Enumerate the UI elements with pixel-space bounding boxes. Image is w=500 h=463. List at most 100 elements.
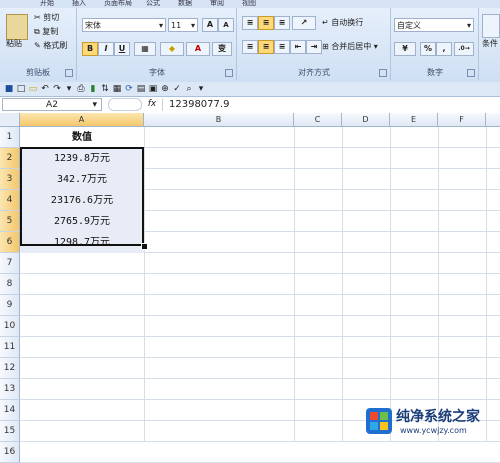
- chevron-down-icon[interactable]: ▾: [64, 84, 74, 94]
- save-icon[interactable]: ■: [4, 84, 14, 94]
- open-folder-icon[interactable]: ▭: [28, 84, 38, 94]
- increase-indent-icon[interactable]: ⇥: [306, 40, 322, 54]
- font-name-select[interactable]: 宋体 ▾: [82, 18, 166, 32]
- align-top-icon[interactable]: ≡: [242, 16, 258, 30]
- column-header-c[interactable]: C: [294, 113, 342, 127]
- chevron-down-icon: ▾: [92, 100, 97, 110]
- print-preview-icon[interactable]: ⎙: [76, 84, 86, 94]
- select-all-corner[interactable]: [0, 113, 20, 127]
- row-header-3[interactable]: 3: [0, 169, 20, 190]
- fill-handle[interactable]: [141, 243, 148, 250]
- row-header-2[interactable]: 2: [0, 148, 20, 169]
- underline-button[interactable]: U: [114, 42, 130, 56]
- font-color-button[interactable]: A: [186, 42, 210, 56]
- align-bottom-icon[interactable]: ≡: [274, 16, 290, 30]
- formula-input[interactable]: 12398077.9: [162, 98, 499, 111]
- ribbon-tabstrip: 开始 插入 页面布局 公式 数据 审阅 视图: [0, 0, 500, 8]
- tab-view[interactable]: 视图: [242, 0, 256, 8]
- undo-icon[interactable]: ↶: [40, 84, 50, 94]
- styles-group: 条件: [480, 8, 500, 80]
- align-center-icon[interactable]: ≡: [258, 40, 274, 54]
- sort-icon[interactable]: ⇅: [100, 84, 110, 94]
- paste-button[interactable]: 粘贴: [6, 38, 22, 50]
- new-file-icon[interactable]: □: [16, 84, 26, 94]
- find-icon[interactable]: ⌕: [184, 84, 194, 94]
- align-left-icon[interactable]: ≡: [242, 40, 258, 54]
- tab-review[interactable]: 审阅: [210, 0, 224, 8]
- comma-button[interactable]: ,: [436, 42, 452, 56]
- grow-font-button[interactable]: A: [202, 18, 218, 32]
- number-format-select[interactable]: 自定义 ▾: [394, 18, 474, 32]
- row-header-7[interactable]: 7: [0, 253, 20, 274]
- customize-toolbar-icon[interactable]: ▾: [196, 84, 206, 94]
- currency-icon[interactable]: ¥: [394, 42, 416, 56]
- row-header-12[interactable]: 12: [0, 358, 20, 379]
- row-header-4[interactable]: 4: [0, 190, 20, 211]
- ribbon: 开始 插入 页面布局 公式 数据 审阅 视图 粘贴 ✂ 剪切 ⧉ 复制 ✎ 格式…: [0, 0, 500, 83]
- form-icon[interactable]: ▤: [136, 84, 146, 94]
- italic-button[interactable]: I: [98, 42, 114, 56]
- align-right-icon[interactable]: ≡: [274, 40, 290, 54]
- name-box-value: A2: [46, 100, 58, 110]
- conditional-format-button[interactable]: 条件: [482, 38, 498, 50]
- name-box[interactable]: A2 ▾: [2, 98, 102, 111]
- column-header-d[interactable]: D: [342, 113, 390, 127]
- row-header-10[interactable]: 10: [0, 316, 20, 337]
- tab-data[interactable]: 数据: [178, 0, 192, 8]
- redo-icon[interactable]: ↷: [52, 84, 62, 94]
- refresh-icon[interactable]: ⟳: [124, 84, 134, 94]
- orientation-icon[interactable]: ↗: [292, 16, 316, 30]
- phonetic-button[interactable]: 变: [212, 42, 232, 56]
- row-header-6[interactable]: 6: [0, 232, 20, 253]
- clipboard-launcher-icon[interactable]: .: [65, 69, 73, 77]
- chart-icon[interactable]: ▮: [88, 84, 98, 94]
- merge-center-button[interactable]: ⊞ 合并后居中 ▾: [322, 41, 378, 53]
- row-header-8[interactable]: 8: [0, 274, 20, 295]
- decrease-indent-icon[interactable]: ⇤: [290, 40, 306, 54]
- spell-check-icon[interactable]: ✓: [172, 84, 182, 94]
- shrink-font-button[interactable]: A: [218, 18, 234, 32]
- row-header-9[interactable]: 9: [0, 295, 20, 316]
- gridline: [390, 127, 391, 442]
- borders-icon[interactable]: ▦: [134, 42, 156, 56]
- align-middle-icon[interactable]: ≡: [258, 16, 274, 30]
- grid-icon[interactable]: ▣: [148, 84, 158, 94]
- alignment-group-label: 对齐方式: [298, 68, 330, 77]
- wrap-text-button[interactable]: ↵ 自动换行: [322, 17, 363, 29]
- conditional-format-icon[interactable]: [482, 14, 500, 38]
- row-header-16[interactable]: 16: [0, 442, 20, 463]
- column-header-g[interactable]: [486, 113, 500, 127]
- row-header-15[interactable]: 15: [0, 421, 20, 442]
- column-header-a[interactable]: A: [20, 113, 144, 127]
- bold-button[interactable]: B: [82, 42, 98, 56]
- row-header-11[interactable]: 11: [0, 337, 20, 358]
- percent-button[interactable]: %: [420, 42, 436, 56]
- formula-bar-toggle[interactable]: [108, 98, 142, 111]
- row-header-14[interactable]: 14: [0, 400, 20, 421]
- table-icon[interactable]: ▦: [112, 84, 122, 94]
- font-group-label: 字体: [149, 68, 165, 77]
- cut-button[interactable]: ✂ 剪切: [34, 12, 59, 24]
- column-header-b[interactable]: B: [144, 113, 294, 127]
- increase-decimal-icon[interactable]: .0→: [454, 42, 474, 56]
- tab-formulas[interactable]: 公式: [146, 0, 160, 8]
- format-painter-button[interactable]: ✎ 格式刷: [34, 40, 67, 52]
- font-size-select[interactable]: 11 ▾: [168, 18, 198, 32]
- tab-page-layout[interactable]: 页面布局: [104, 0, 132, 8]
- column-header-f[interactable]: F: [438, 113, 486, 127]
- column-header-e[interactable]: E: [390, 113, 438, 127]
- copy-button[interactable]: ⧉ 复制: [34, 26, 58, 38]
- font-launcher-icon[interactable]: .: [225, 69, 233, 77]
- fill-color-icon[interactable]: ◆: [160, 42, 184, 56]
- alignment-launcher-icon[interactable]: .: [379, 69, 387, 77]
- row-header-5[interactable]: 5: [0, 211, 20, 232]
- cell-a1[interactable]: 数值: [20, 127, 144, 148]
- tab-home[interactable]: 开始: [40, 0, 54, 8]
- insert-function-icon[interactable]: fx: [145, 98, 159, 111]
- zoom-icon[interactable]: ⊕: [160, 84, 170, 94]
- tab-insert[interactable]: 插入: [72, 0, 86, 8]
- row-header-1[interactable]: 1: [0, 127, 20, 148]
- row-header-13[interactable]: 13: [0, 379, 20, 400]
- paste-icon[interactable]: [6, 14, 28, 40]
- number-launcher-icon[interactable]: .: [467, 69, 475, 77]
